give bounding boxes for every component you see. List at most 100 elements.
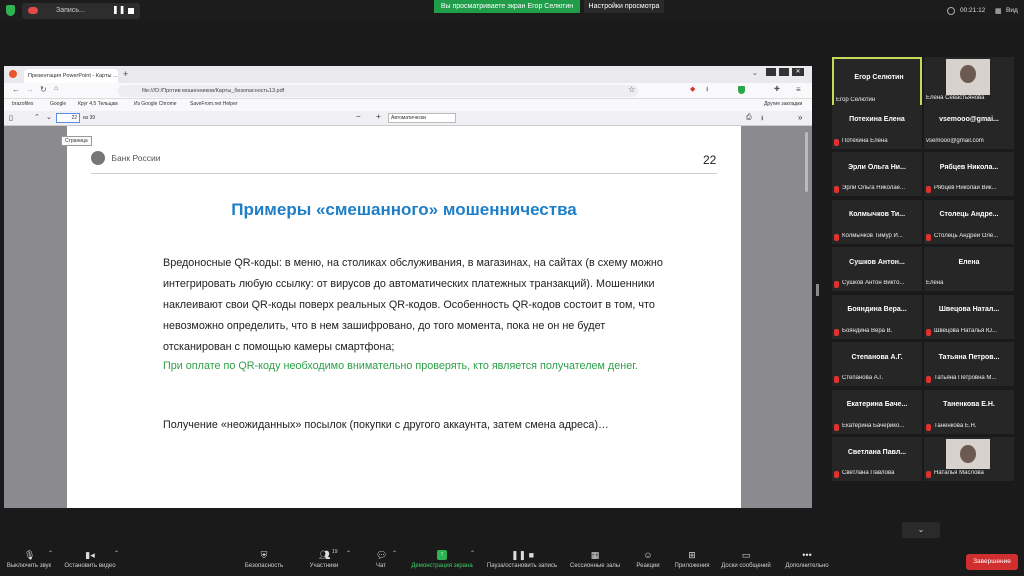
view-options-button[interactable]: Настройки просмотра [584,0,664,13]
slide-paragraph-qr: Вредоносные QR-коды: в меню, на столиках… [163,257,663,353]
share-label: Демонстрация экрана [411,563,473,569]
page-down-icon[interactable]: ⌄ [46,113,52,121]
browser-tab[interactable]: Презентация PowerPoint - Карты ... [24,69,118,83]
stop-recording-icon[interactable] [128,8,134,14]
participant-tile[interactable]: Рябцев Никола... Рябцев Николай Вик... [924,152,1014,196]
other-bookmarks[interactable]: Другие закладки [764,101,802,107]
page-number-input[interactable]: 22 [56,113,80,123]
more-tools-icon[interactable]: » [798,113,802,122]
participant-tile[interactable]: Наталья Маслова [924,437,1014,481]
participant-tile[interactable]: Столець Андре... Столець Андрей Оле... [924,199,1014,244]
download-icon[interactable]: ⭳ [706,85,708,96]
shield-icon[interactable] [6,5,15,16]
share-chevron-icon[interactable]: ⌃ [470,550,475,557]
muted-mic-icon [926,328,931,336]
sidebar-toggle-icon[interactable]: ▯ [9,114,13,122]
participant-tile[interactable]: Таненкова Е.Н. Таненкова Е.Н. [924,389,1014,434]
page-tooltip: Страница [61,136,92,146]
scrollbar[interactable] [805,132,808,192]
end-meeting-button[interactable]: Завершение [966,554,1018,570]
save-icon[interactable]: ⭳ [761,114,763,125]
participant-name: Светлана Павл... [847,448,907,456]
extensions-icon[interactable]: ✚ [774,85,780,93]
participant-tile[interactable]: Татьяна Петров... Татьяна Петровна М... [924,342,1014,386]
home-icon[interactable]: ⌂ [54,85,58,92]
pause-recording-button[interactable]: ❚❚ ■ Пауза/остановить запись [482,550,562,569]
zoom-out-icon[interactable]: − [356,112,361,121]
extension-shield-icon[interactable] [738,86,745,94]
view-button[interactable]: Вид [1006,7,1018,14]
back-icon[interactable]: ← [12,85,20,94]
participants-chevron-icon[interactable]: ⌃ [346,550,351,557]
apps-label: Приложения [674,563,710,569]
breakout-rooms-button[interactable]: ▦ Сессионные залы [566,550,624,569]
view-grid-icon[interactable]: ▦ [995,7,1002,15]
participant-label: Степанова А.Г. [842,375,884,381]
participant-video [946,59,990,95]
bookmark-item[interactable]: Из Google Chrome [134,101,177,107]
participant-tile[interactable]: Степанова А.Г. Степанова А.Г. [832,342,922,386]
participants-button[interactable]: 👥︎ Участники [302,550,346,569]
participant-tile[interactable]: Елена Севастьянова [924,57,1014,109]
zoom-select[interactable]: Автоматически [388,113,456,123]
participant-name: Татьяна Петров... [938,353,1000,361]
participant-tile[interactable]: Швецова Натал... Швецова Наталья Ю... [924,294,1014,339]
muted-mic-icon [834,233,839,241]
audio-options-chevron-icon[interactable]: ⌃ [48,550,53,557]
participant-name: Бояндина Вера... [847,306,907,313]
whiteboards-button[interactable]: ▭ Доски сообщений [718,550,774,569]
maximize-icon[interactable] [779,68,789,76]
participant-tile[interactable]: Екатерина Баче... Екатерина Бачерико... [832,389,922,434]
reactions-button[interactable]: ☺ Реакции [630,550,666,569]
participant-tile[interactable]: Бояндина Вера... Бояндина Вера В. [832,294,922,339]
security-button[interactable]: ⛨ Безопасность [238,550,290,569]
close-icon[interactable]: ✕ [792,68,804,76]
participant-tile[interactable]: vsemooo@gmai... vsemooo@gmail.com [924,104,1014,149]
panel-resize-handle[interactable] [816,284,819,296]
apps-button[interactable]: ⊞ Приложения [672,550,712,569]
participant-tile-active-speaker[interactable]: Егор Селютин Егор Селютин [832,57,922,109]
minimize-icon[interactable] [766,68,776,76]
zoom-in-icon[interactable]: + [376,112,381,121]
participant-tile[interactable]: Потехина Елена Потехина Елена [832,104,922,149]
pdf-viewer[interactable]: Банк России 22 Примеры «смешанного» моше… [4,126,812,508]
print-icon[interactable]: ⎙ [746,114,752,122]
url-text: file:///D:/Против мошенников/Карты_безоп… [142,88,285,94]
stop-video-button[interactable]: ▮◂ Остановить видео [62,550,118,569]
pause-recording-icon[interactable]: ❚❚ [112,5,125,14]
participant-tile[interactable]: Елена Елена [924,247,1014,291]
url-bar[interactable]: file:///D:/Против мошенников/Карты_безоп… [118,85,638,97]
participant-tile[interactable]: Колмычков Ти... Колмычков Тимур И... [832,199,922,244]
participant-tile[interactable]: Эрли Ольга Ни... Эрли Ольга Николае... [832,152,922,196]
participant-label: Швецова Наталья Ю... [934,327,997,334]
share-screen-icon: ↑ [437,550,447,560]
bookmark-item[interactable]: Круг 4,5 Тельцам [78,101,118,107]
reload-icon[interactable]: ↻ [40,85,47,94]
share-screen-button[interactable]: ↑ Демонстрация экрана [408,550,476,569]
participant-name: Степанова А.Г. [851,353,903,361]
participant-name: Сушков Антон... [849,258,905,266]
video-options-chevron-icon[interactable]: ⌃ [114,550,119,557]
mute-button[interactable]: 🎙︎ Выключить звук [4,550,54,569]
share-banner: Вы просматриваете экран Егор Селютин [434,0,580,13]
gallery-scroll-down-icon[interactable]: ⌄ [902,522,940,538]
bookmark-item[interactable]: brazofiles [12,101,33,107]
forward-icon[interactable]: → [26,85,34,94]
chat-chevron-icon[interactable]: ⌃ [392,550,397,557]
participant-tile[interactable]: Сушков Антон... Сушков Антон Викто... [832,247,922,291]
bookmark-item[interactable]: SaveFrom.net Helper [190,101,238,107]
participant-label: Елена [926,280,944,286]
recording-indicator[interactable]: Запись... ❚❚ [22,3,140,19]
tab-list-icon[interactable]: ⌄ [752,69,758,77]
pocket-icon[interactable]: ◆ [690,85,695,93]
participants-count: 19 [332,549,338,555]
more-button[interactable]: ••• Дополнительно [780,550,834,569]
participant-name: Колмычков Ти... [848,211,906,218]
slide-paragraph-warning: При оплате по QR-коду необходимо внимате… [163,360,638,372]
bookmark-item[interactable]: Google [50,101,66,107]
bookmark-star-icon[interactable]: ☆ [628,85,635,94]
participant-tile[interactable]: Светлана Павл... Светлана Павлова [832,437,922,481]
page-up-icon[interactable]: ⌃ [34,113,40,121]
new-tab-icon[interactable]: + [123,69,128,79]
menu-icon[interactable]: ≡ [796,85,801,94]
